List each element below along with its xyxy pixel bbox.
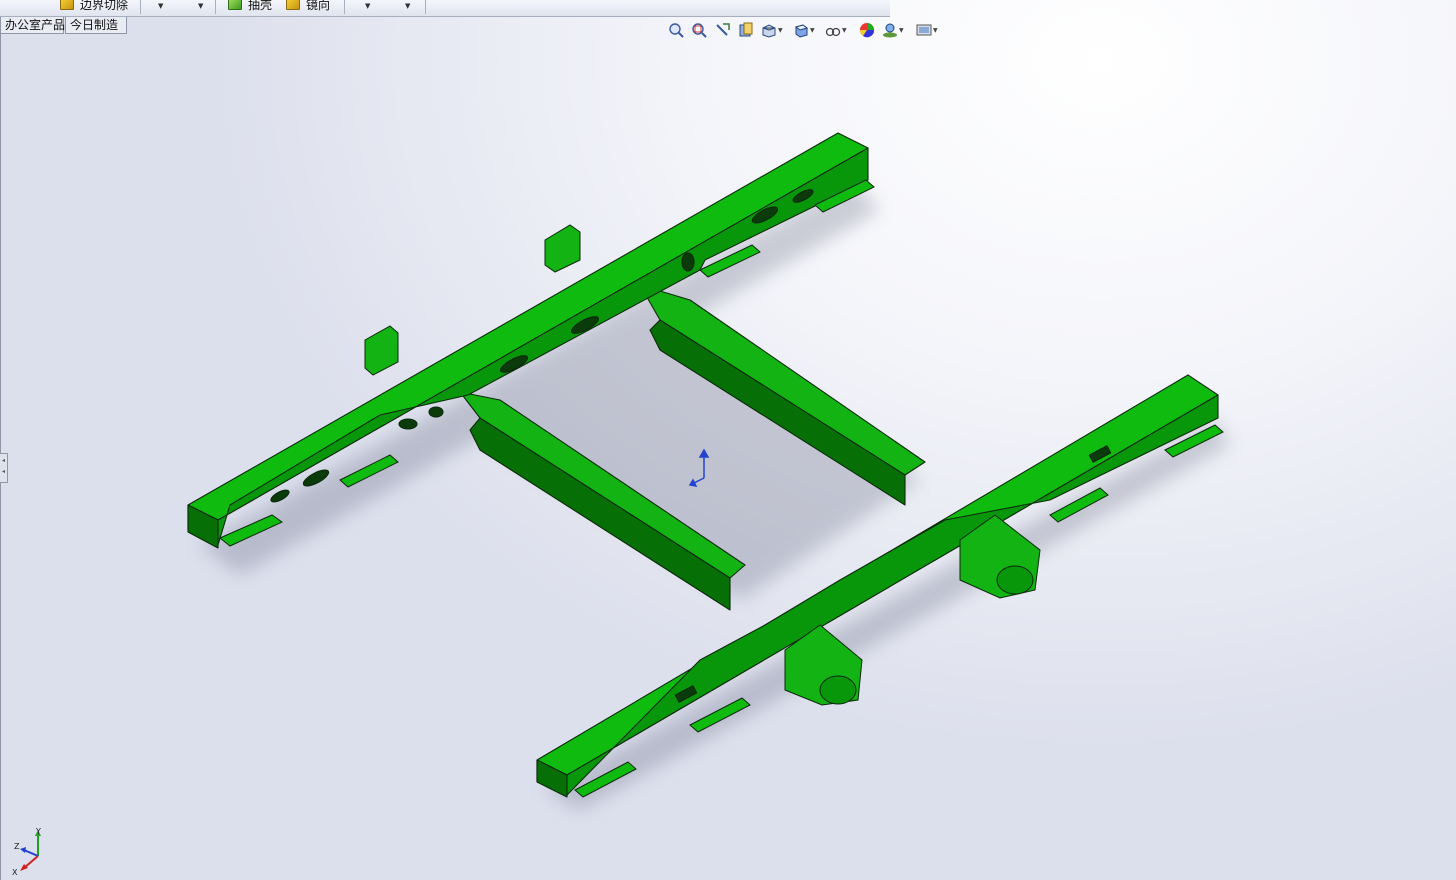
graphics-viewport[interactable]: 边界切除 ▼ ▼ 抽壳 镜向 ▼ ▼ 办公室产品 今日制造 ▼ ▼ ▼ ▼ ▼ … xyxy=(0,0,1456,880)
z-axis-label: Z xyxy=(14,842,20,851)
mirror-button[interactable]: 镜向 xyxy=(286,0,330,13)
chevron-down-icon[interactable]: ▼ xyxy=(365,2,370,10)
reference-triad: Y Z X xyxy=(10,826,50,877)
display-style-icon[interactable]: ▼ xyxy=(793,22,815,38)
edit-appearance-icon[interactable] xyxy=(859,22,875,38)
view-settings-icon[interactable]: ▼ xyxy=(916,22,938,38)
y-axis-label: Y xyxy=(35,827,41,836)
apply-scene-icon[interactable]: ▼ xyxy=(882,22,904,38)
chevron-down-icon[interactable]: ▼ xyxy=(405,2,410,10)
hide-show-items-icon[interactable]: ▼ xyxy=(825,22,847,38)
z-axis-line xyxy=(23,849,39,857)
chevron-down-icon[interactable]: ▼ xyxy=(198,2,203,10)
tab-office-products[interactable]: 办公室产品 xyxy=(0,17,65,34)
zoom-to-area-icon[interactable] xyxy=(691,22,707,38)
shell-icon xyxy=(228,0,242,10)
section-view-icon[interactable] xyxy=(738,22,754,38)
boundary-cut-button[interactable]: 边界切除 xyxy=(60,0,128,13)
view-orientation-icon[interactable]: ▼ xyxy=(761,22,783,38)
viewport-left-border xyxy=(0,18,1,880)
tab-today-manufacturing[interactable]: 今日制造 xyxy=(65,17,127,34)
frame-assembly-model[interactable] xyxy=(0,0,1456,880)
feature-manager-collapse-handle[interactable]: ◂ ◂ xyxy=(0,453,8,483)
chevron-down-icon[interactable]: ▼ xyxy=(158,2,163,10)
feature-toolbar: 边界切除 ▼ ▼ 抽壳 镜向 ▼ ▼ xyxy=(0,0,890,17)
previous-view-icon[interactable] xyxy=(715,22,731,38)
boundary-cut-icon xyxy=(60,0,74,10)
zoom-to-fit-icon[interactable] xyxy=(668,22,684,38)
shell-button[interactable]: 抽壳 xyxy=(228,0,272,13)
x-axis-label: X xyxy=(12,868,18,876)
mirror-icon xyxy=(286,0,300,10)
